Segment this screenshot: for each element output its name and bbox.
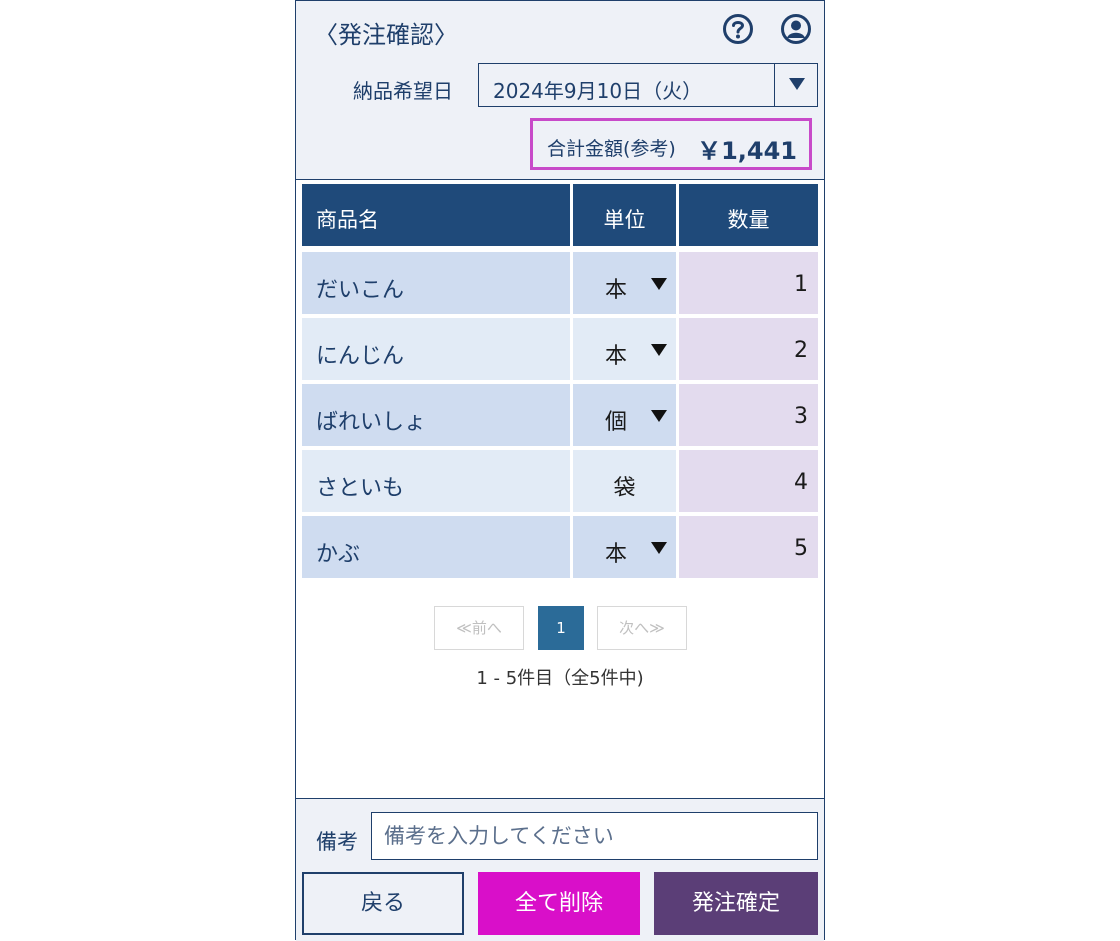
pager-prev-button[interactable]: ≪前へ bbox=[434, 606, 524, 650]
pager-info: 1 - 5件目（全5件中) bbox=[476, 668, 644, 689]
chevron-down-icon[interactable] bbox=[789, 78, 805, 90]
product-name: にんじん bbox=[316, 344, 405, 369]
total-amount-label: 合計金額(参考) bbox=[547, 138, 676, 160]
memo-input[interactable] bbox=[371, 812, 818, 860]
quantity-value: 3 bbox=[794, 404, 808, 429]
quantity-field[interactable]: 4 bbox=[679, 450, 818, 512]
delivery-date-value: 2024年9月10日（火） bbox=[493, 79, 703, 103]
caret-down-icon[interactable] bbox=[651, 344, 667, 356]
quantity-value: 1 bbox=[794, 272, 808, 297]
pager-current-page[interactable]: 1 bbox=[538, 606, 584, 650]
delivery-date-label: 納品希望日 bbox=[353, 79, 453, 103]
product-name-cell: さといも bbox=[302, 450, 570, 512]
memo-label: 備考 bbox=[316, 830, 358, 854]
unit-static: 袋 bbox=[573, 450, 676, 512]
footer-panel: 備考 戻る 全て削除 発注確定 bbox=[296, 798, 824, 941]
unit-select[interactable]: 個 bbox=[573, 384, 676, 446]
total-amount-box: 合計金額(参考) ￥1,441 bbox=[530, 118, 812, 170]
confirm-order-button[interactable]: 発注確定 bbox=[654, 872, 818, 935]
header-quantity-text: 数量 bbox=[727, 208, 770, 232]
unit-value: 袋 bbox=[613, 476, 636, 501]
product-name: だいこん bbox=[316, 278, 405, 303]
table-row: だいこん 本 1 bbox=[302, 252, 818, 314]
unit-value: 個 bbox=[605, 410, 628, 435]
quantity-value: 2 bbox=[794, 338, 808, 363]
product-name-cell: ばれいしょ bbox=[302, 384, 570, 446]
back-button[interactable]: 戻る bbox=[302, 872, 464, 935]
product-name-cell: かぶ bbox=[302, 516, 570, 578]
unit-select[interactable]: 本 bbox=[573, 252, 676, 314]
user-icon[interactable] bbox=[780, 13, 812, 45]
header-quantity: 数量 bbox=[679, 184, 818, 246]
header-unit: 単位 bbox=[573, 184, 676, 246]
unit-value: 本 bbox=[605, 542, 628, 567]
product-name: ばれいしょ bbox=[316, 410, 427, 435]
unit-select[interactable]: 本 bbox=[573, 516, 676, 578]
quantity-value: 4 bbox=[794, 470, 808, 495]
header-panel: 〈発注確認〉 納品希望日 2024年9月10日（火） 合計金額(参考) ￥1,4… bbox=[296, 1, 824, 180]
header-product-name-text: 商品名 bbox=[316, 208, 379, 232]
table-row: さといも 袋 4 bbox=[302, 450, 818, 512]
pager-next-button[interactable]: 次へ≫ bbox=[597, 606, 687, 650]
page-title[interactable]: 〈発注確認〉 bbox=[314, 15, 458, 50]
delete-all-button[interactable]: 全て削除 bbox=[478, 872, 640, 935]
unit-value: 本 bbox=[605, 278, 628, 303]
quantity-field[interactable]: 1 bbox=[679, 252, 818, 314]
table-row: ばれいしょ 個 3 bbox=[302, 384, 818, 446]
order-confirm-screen: 〈発注確認〉 納品希望日 2024年9月10日（火） 合計金額(参考) ￥1,4… bbox=[295, 0, 825, 941]
delivery-date-select[interactable]: 2024年9月10日（火） bbox=[478, 63, 818, 107]
table-row: かぶ 本 5 bbox=[302, 516, 818, 578]
total-amount-value: ￥1,441 bbox=[697, 137, 797, 165]
table-header: 商品名 単位 数量 bbox=[302, 184, 818, 246]
product-name: かぶ bbox=[316, 542, 361, 567]
select-divider bbox=[774, 64, 775, 106]
unit-select[interactable]: 本 bbox=[573, 318, 676, 380]
product-name: さといも bbox=[316, 476, 405, 501]
product-name-cell: だいこん bbox=[302, 252, 570, 314]
caret-down-icon[interactable] bbox=[651, 542, 667, 554]
header-unit-text: 単位 bbox=[603, 208, 646, 232]
quantity-field[interactable]: 3 bbox=[679, 384, 818, 446]
quantity-field[interactable]: 5 bbox=[679, 516, 818, 578]
caret-down-icon[interactable] bbox=[651, 410, 667, 422]
quantity-value: 5 bbox=[794, 536, 808, 561]
help-icon[interactable] bbox=[722, 13, 754, 45]
quantity-field[interactable]: 2 bbox=[679, 318, 818, 380]
table-row: にんじん 本 2 bbox=[302, 318, 818, 380]
product-name-cell: にんじん bbox=[302, 318, 570, 380]
caret-down-icon[interactable] bbox=[651, 278, 667, 290]
header-product-name: 商品名 bbox=[302, 184, 570, 246]
unit-value: 本 bbox=[605, 344, 628, 369]
